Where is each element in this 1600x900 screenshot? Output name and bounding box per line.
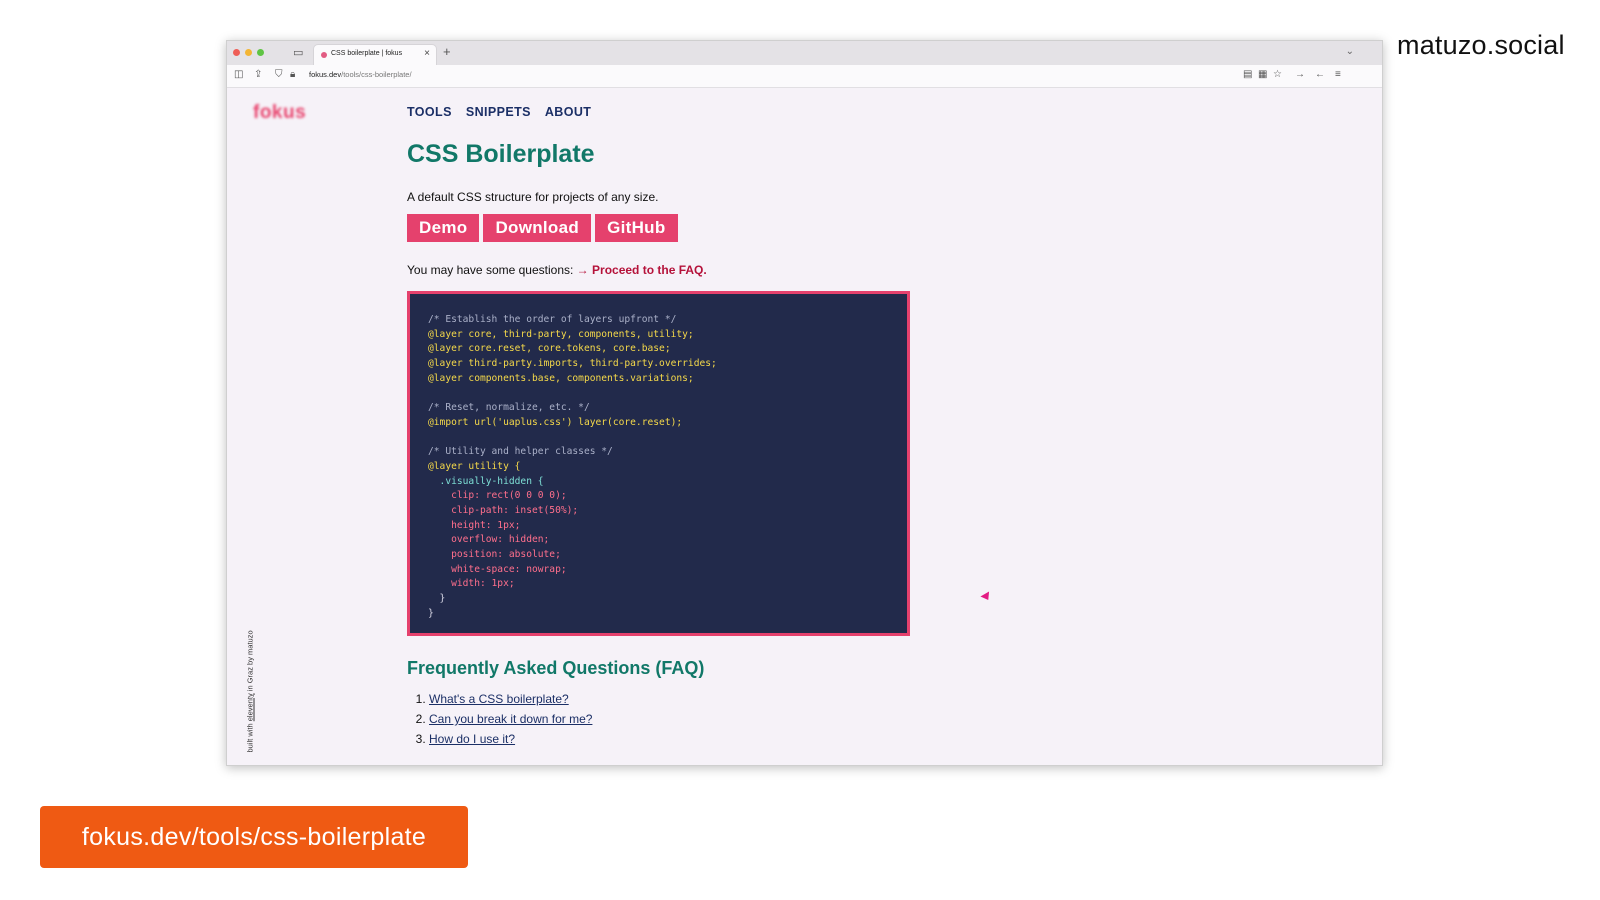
code-line: } — [428, 593, 446, 605]
browser-window: ▭ CSS boilerplate | fokus × + ⌄ ◫ ⇪ ⛉ 🔒︎… — [226, 40, 1383, 766]
extensions-icon[interactable]: ▦ — [1258, 69, 1267, 80]
address-host: fokus.dev — [309, 70, 342, 79]
site-logo[interactable]: fokus — [253, 102, 306, 124]
forward-icon[interactable]: → — [1295, 69, 1305, 80]
code-line: @layer core.reset, core.tokens, core.bas… — [428, 343, 671, 355]
code-line: width: 1px; — [428, 578, 515, 590]
code-block[interactable]: /* Establish the order of layers upfront… — [407, 291, 910, 636]
faq-list-item: How do I use it? — [429, 729, 592, 749]
code-line: } — [428, 607, 434, 619]
code-line: .visually-hidden { — [428, 475, 544, 487]
favicon-icon — [321, 52, 327, 58]
back-icon[interactable]: ← — [1315, 69, 1325, 80]
faq-prompt: You may have some questions: → Proceed t… — [407, 263, 707, 277]
faq-list-item: What's a CSS boilerplate? — [429, 689, 592, 709]
code-line: /* Establish the order of layers upfront… — [428, 314, 677, 325]
github-button[interactable]: GitHub — [595, 214, 678, 242]
tab-strip: ▭ CSS boilerplate | fokus × + ⌄ — [227, 41, 1382, 66]
credit-suffix: in Graz by matuzo — [245, 630, 255, 694]
faq-prompt-text: You may have some questions: — [407, 263, 577, 277]
faq-link-break-it-down[interactable]: Can you break it down for me? — [429, 712, 592, 726]
address-path: /tools/css-boilerplate/ — [341, 70, 412, 79]
code-line: @layer third-party.imports, third-party.… — [428, 358, 717, 370]
eleventy-link[interactable]: eleventy — [246, 693, 255, 721]
code-line: @import url('uaplus.css') layer(core.res… — [428, 416, 683, 428]
tab-close-icon[interactable]: × — [424, 48, 430, 59]
nav-item-snippets[interactable]: SNIPPETS — [466, 105, 531, 119]
code-line: clip: rect(0 0 0 0); — [428, 490, 567, 502]
nav-item-about[interactable]: ABOUT — [545, 105, 591, 119]
new-tab-button[interactable]: + — [443, 44, 451, 59]
code-line: white-space: nowrap; — [428, 563, 567, 575]
page-title: CSS Boilerplate — [407, 140, 595, 168]
reader-icon[interactable]: ▤ — [1243, 69, 1252, 80]
code-line: overflow: hidden; — [428, 534, 550, 546]
browser-toolbar: ◫ ⇪ ⛉ 🔒︎ fokus.dev/tools/css-boilerplate… — [227, 65, 1382, 88]
code-line: @layer core, third-party, components, ut… — [428, 328, 694, 340]
arrow-right-icon: → — [576, 263, 589, 277]
main-nav: TOOLS SNIPPETS ABOUT — [407, 105, 591, 119]
code-line: /* Utility and helper classes */ — [428, 446, 613, 458]
nav-item-tools[interactable]: TOOLS — [407, 105, 452, 119]
code-line: /* Reset, normalize, etc. */ — [428, 402, 590, 414]
minimize-window-button[interactable] — [245, 49, 252, 56]
side-credit: built with eleventy in Graz by matuzo — [245, 613, 255, 753]
zoom-window-button[interactable] — [257, 49, 264, 56]
web-page: fokus built with eleventy in Graz by mat… — [227, 88, 1382, 765]
page-tagline: A default CSS structure for projects of … — [407, 190, 659, 204]
code-line: height: 1px; — [428, 519, 521, 531]
lock-icon: 🔒︎ — [290, 69, 296, 80]
browser-tab[interactable]: CSS boilerplate | fokus × — [313, 44, 437, 66]
code-line: clip-path: inset(50%); — [428, 504, 579, 516]
code-line: @layer utility { — [428, 460, 521, 472]
faq-link-how-to-use[interactable]: How do I use it? — [429, 732, 515, 746]
address-bar[interactable]: fokus.dev/tools/css-boilerplate/ — [309, 70, 412, 79]
faq-link-whats-boilerplate[interactable]: What's a CSS boilerplate? — [429, 692, 569, 706]
tab-overview-icon[interactable]: ▭ — [293, 46, 303, 59]
faq-list: What's a CSS boilerplate? Can you break … — [407, 689, 592, 749]
brand-handle: matuzo.social — [1397, 30, 1565, 60]
url-banner: fokus.dev/tools/css-boilerplate — [40, 806, 468, 868]
bookmark-star-icon[interactable]: ☆ — [1273, 69, 1282, 80]
tab-list-chevron-icon[interactable]: ⌄ — [1346, 46, 1354, 57]
proceed-to-faq-link[interactable]: Proceed to the FAQ. — [592, 263, 707, 277]
faq-list-item: Can you break it down for me? — [429, 709, 592, 729]
credit-prefix: built with — [245, 721, 255, 753]
mouse-cursor-icon — [980, 591, 993, 603]
menu-icon[interactable]: ≡ — [1335, 69, 1341, 80]
faq-heading: Frequently Asked Questions (FAQ) — [407, 658, 705, 678]
shield-icon[interactable]: ⛉ — [275, 69, 283, 80]
tab-title: CSS boilerplate | fokus — [331, 50, 403, 57]
code-line: @layer components.base, components.varia… — [428, 372, 694, 384]
sidebar-icon[interactable]: ◫ — [234, 69, 243, 80]
action-buttons: Demo Download GitHub — [407, 214, 678, 242]
demo-button[interactable]: Demo — [407, 214, 480, 242]
close-window-button[interactable] — [233, 49, 240, 56]
download-button[interactable]: Download — [483, 214, 592, 242]
share-icon[interactable]: ⇪ — [254, 69, 262, 80]
code-line: position: absolute; — [428, 549, 561, 560]
